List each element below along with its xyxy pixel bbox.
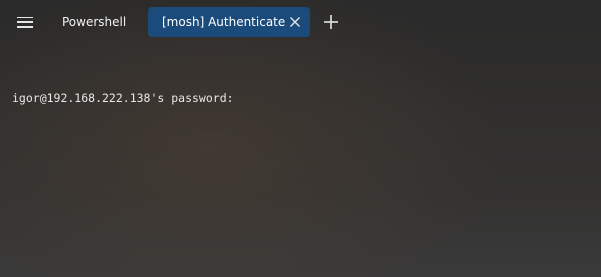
plus-icon xyxy=(324,15,338,29)
menu-button[interactable] xyxy=(10,11,40,33)
terminal-window: Powershell [mosh] Authenticate igor@192.… xyxy=(0,0,601,277)
close-tab-button[interactable] xyxy=(288,15,302,29)
terminal-output[interactable]: igor@192.168.222.138's password: xyxy=(12,58,589,277)
close-icon xyxy=(290,17,300,27)
password-prompt: igor@192.168.222.138's password: xyxy=(12,91,234,105)
hamburger-menu-icon xyxy=(17,16,33,28)
tab-label: Powershell xyxy=(62,15,127,29)
tab-bar: Powershell [mosh] Authenticate xyxy=(0,0,601,44)
tab-label: [mosh] Authenticate xyxy=(162,15,286,29)
new-tab-button[interactable] xyxy=(321,12,341,32)
tab-powershell[interactable]: Powershell xyxy=(48,7,138,37)
tab-mosh-authenticate[interactable]: [mosh] Authenticate xyxy=(148,7,310,37)
